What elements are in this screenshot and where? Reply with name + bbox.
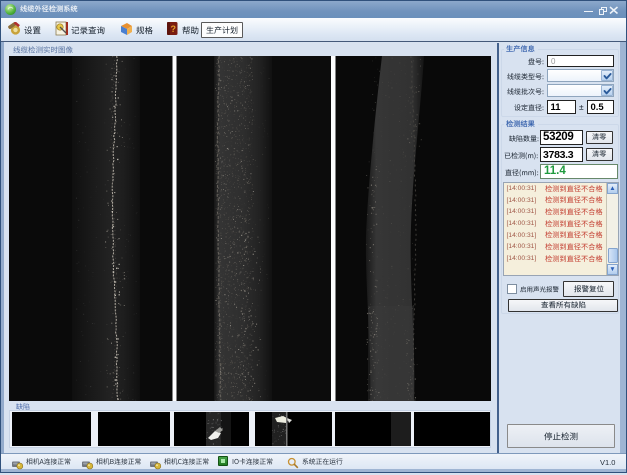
svg-text:?: ? (171, 24, 177, 34)
